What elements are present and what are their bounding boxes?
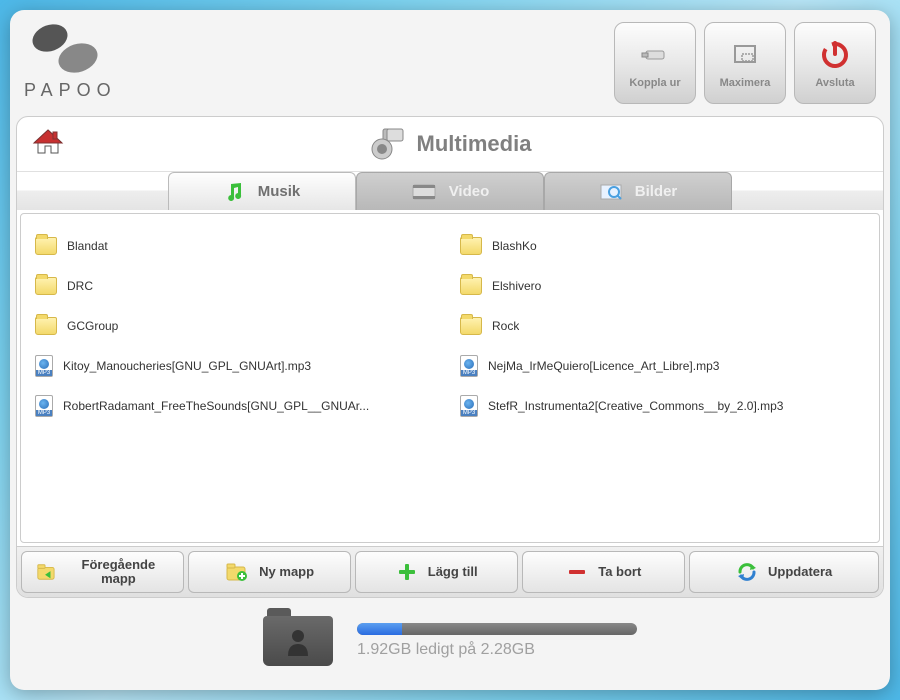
usb-icon <box>638 37 672 71</box>
logo: PAPOO <box>24 22 117 101</box>
list-item[interactable]: Blandat <box>31 228 444 264</box>
prev-folder-button[interactable]: Föregående mapp <box>21 551 184 593</box>
refresh-label: Uppdatera <box>768 565 832 579</box>
add-label: Lägg till <box>428 565 478 579</box>
music-icon <box>224 181 246 203</box>
tab-images-label: Bilder <box>635 183 678 200</box>
refresh-icon <box>736 561 758 583</box>
list-item[interactable]: GCGroup <box>31 308 444 344</box>
tab-video[interactable]: Video <box>356 172 544 210</box>
add-button[interactable]: Lägg till <box>355 551 518 593</box>
mp3-icon <box>460 395 478 417</box>
tab-music-label: Musik <box>258 183 301 200</box>
home-button[interactable] <box>31 127 65 162</box>
home-icon <box>31 127 65 157</box>
list-item[interactable]: Rock <box>456 308 869 344</box>
images-icon <box>599 182 623 202</box>
list-item[interactable]: BlashKo <box>456 228 869 264</box>
maximize-label: Maximera <box>720 77 771 89</box>
mp3-icon <box>460 355 478 377</box>
list-item[interactable]: StefR_Instrumenta2[Creative_Commons__by_… <box>456 388 869 424</box>
plus-icon <box>396 561 418 583</box>
title-bar: Multimedia <box>17 117 883 171</box>
list-item[interactable]: DRC <box>31 268 444 304</box>
remove-label: Ta bort <box>598 565 641 579</box>
content-panel: Multimedia Musik Video <box>16 116 884 598</box>
quit-label: Avsluta <box>815 77 854 89</box>
new-folder-button[interactable]: Ny mapp <box>188 551 351 593</box>
list-item[interactable]: Elshivero <box>456 268 869 304</box>
page-title-wrap: Multimedia <box>369 127 532 161</box>
storage-fill <box>357 623 402 635</box>
page-title: Multimedia <box>417 131 532 157</box>
list-item[interactable]: NejMa_IrMeQuiero[Licence_Art_Libre].mp3 <box>456 348 869 384</box>
footer: 1.92GB ledigt på 2.28GB <box>16 598 884 684</box>
folder-icon <box>460 237 482 255</box>
folder-icon <box>460 317 482 335</box>
mp3-icon <box>35 395 53 417</box>
storage-text: 1.92GB ledigt på 2.28GB <box>357 641 637 659</box>
header-buttons: Koppla ur Maximera Avsluta <box>614 22 876 104</box>
brand-text: PAPOO <box>24 80 117 101</box>
maximize-icon <box>728 37 762 71</box>
app-window: PAPOO Koppla ur Maximera <box>10 10 890 690</box>
maximize-button[interactable]: Maximera <box>704 22 786 104</box>
quit-button[interactable]: Avsluta <box>794 22 876 104</box>
mp3-icon <box>35 355 53 377</box>
toolbar: Föregående mapp Ny mapp Lägg till <box>17 546 883 597</box>
minus-icon <box>566 561 588 583</box>
list-item[interactable]: RobertRadamant_FreeTheSounds[GNU_GPL__GN… <box>31 388 444 424</box>
multimedia-icon <box>369 127 405 161</box>
tab-music[interactable]: Musik <box>168 172 356 210</box>
storage-bar <box>357 623 637 635</box>
refresh-button[interactable]: Uppdatera <box>689 551 879 593</box>
disconnect-label: Koppla ur <box>629 77 680 89</box>
folder-icon <box>35 277 57 295</box>
folder-back-icon <box>36 561 58 583</box>
remove-button[interactable]: Ta bort <box>522 551 685 593</box>
tab-video-label: Video <box>449 183 490 200</box>
folder-icon <box>460 277 482 295</box>
tabs: Musik Video Bilder <box>17 171 883 210</box>
header: PAPOO Koppla ur Maximera <box>16 16 884 116</box>
tab-images[interactable]: Bilder <box>544 172 732 210</box>
folder-new-icon <box>225 561 249 583</box>
power-icon <box>818 37 852 71</box>
storage-info: 1.92GB ledigt på 2.28GB <box>357 623 637 659</box>
file-list: Blandat BlashKo DRC Elshivero GCGroup Ro… <box>20 213 880 543</box>
folder-icon <box>35 317 57 335</box>
video-icon <box>411 182 437 202</box>
logo-icon <box>24 22 114 76</box>
prev-folder-label: Föregående mapp <box>68 558 169 587</box>
folder-icon <box>35 237 57 255</box>
user-folder-icon <box>263 616 333 666</box>
list-item[interactable]: Kitoy_Manoucheries[GNU_GPL_GNUArt].mp3 <box>31 348 444 384</box>
new-folder-label: Ny mapp <box>259 565 314 579</box>
disconnect-button[interactable]: Koppla ur <box>614 22 696 104</box>
